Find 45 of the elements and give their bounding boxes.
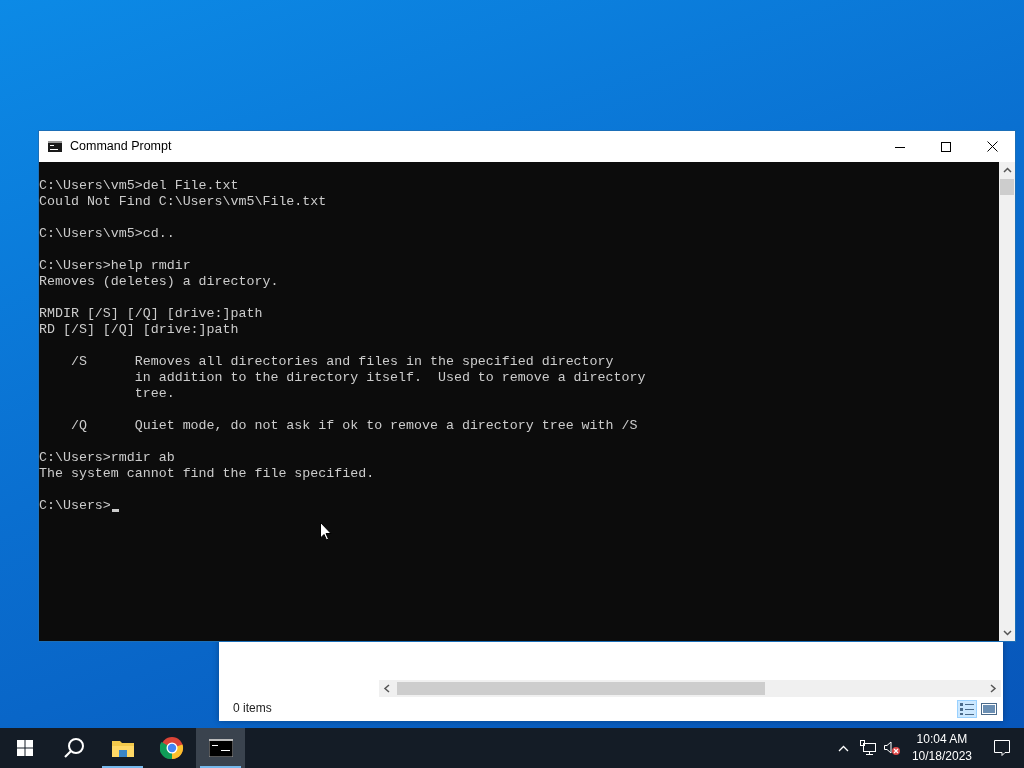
folder-icon — [110, 738, 135, 758]
clock-time[interactable]: 10:04 AM — [916, 731, 968, 748]
scroll-left-icon[interactable] — [383, 684, 391, 693]
console-line: C:\Users\vm5>del File.txt — [39, 178, 240, 194]
console-line: tree. — [133, 386, 176, 402]
console-icon — [48, 141, 62, 152]
vertical-scrollbar[interactable] — [999, 162, 1015, 641]
browser-icon — [159, 736, 184, 760]
network-icon[interactable] — [858, 740, 877, 756]
scroll-down-icon[interactable] — [1003, 630, 1012, 636]
details-view-button[interactable] — [957, 700, 977, 718]
status-text: 0 items — [233, 700, 272, 717]
large-icons-view-button[interactable] — [979, 700, 999, 718]
running-indicator — [102, 766, 143, 768]
console-line: C:\Users\vm5>cd.. — [39, 226, 176, 242]
console-line: Removes (deletes) a directory. — [39, 274, 280, 290]
console-prompt: C:\Users> — [39, 498, 111, 513]
console-line: Could Not Find C:\Users\vm5\File.txt — [39, 194, 328, 210]
chevron-up-icon[interactable] — [838, 744, 850, 752]
console-line: C:\Users>help rmdir — [39, 258, 192, 274]
horizontal-scrollbar[interactable] — [379, 680, 1001, 697]
console-icon — [208, 739, 233, 757]
console-line: /Q Quiet mode, do not ask if ok to remove a directory tree with /S — [69, 418, 639, 434]
scroll-up-icon[interactable] — [1003, 167, 1012, 173]
console-line: in addition to the directory itself. Used to remove a directory — [133, 370, 647, 386]
search-icon — [62, 737, 85, 759]
scrollbar-thumb[interactable] — [397, 682, 765, 695]
windows-logo-icon — [16, 740, 33, 756]
command-prompt-button[interactable] — [196, 728, 245, 768]
scrollbar-thumb[interactable] — [1000, 179, 1014, 195]
console-line: The system cannot find the file specified. — [39, 466, 376, 482]
console-line: RD [/S] [/Q] [drive:]path — [39, 322, 240, 338]
close-icon — [986, 141, 998, 152]
console-line: RMDIR [/S] [/Q] [drive:]path — [39, 306, 264, 322]
clock-date[interactable]: 10/18/2023 — [911, 748, 972, 765]
notifications-icon[interactable] — [993, 739, 1011, 757]
running-indicator — [200, 766, 241, 768]
mouse-pointer-icon — [320, 522, 332, 541]
text-cursor — [111, 509, 119, 512]
maximize-icon — [941, 141, 951, 152]
console-line: C:\Users>rmdir ab — [39, 450, 176, 466]
window-title: Command Prompt — [70, 138, 172, 156]
console-line: /S Removes all directories and files in the specified directory — [69, 354, 615, 370]
volume-icon[interactable] — [882, 740, 901, 756]
scroll-right-icon[interactable] — [989, 684, 997, 693]
